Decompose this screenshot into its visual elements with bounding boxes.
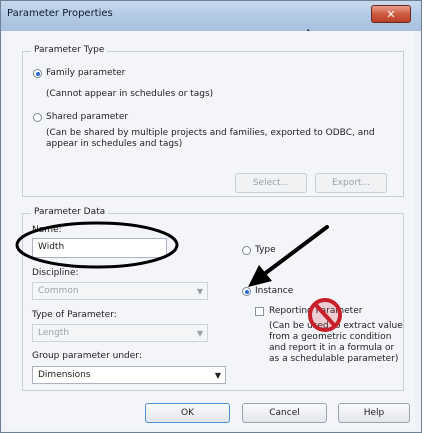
name-highlight-ellipse bbox=[15, 221, 179, 269]
prohibited-icon bbox=[308, 298, 342, 332]
annotation-arrow-icon bbox=[248, 225, 329, 287]
parameter-properties-dialog: Parameter Properties ✕ Parameter Type Fa… bbox=[0, 0, 422, 433]
annotation-overlay bbox=[15, 221, 342, 332]
